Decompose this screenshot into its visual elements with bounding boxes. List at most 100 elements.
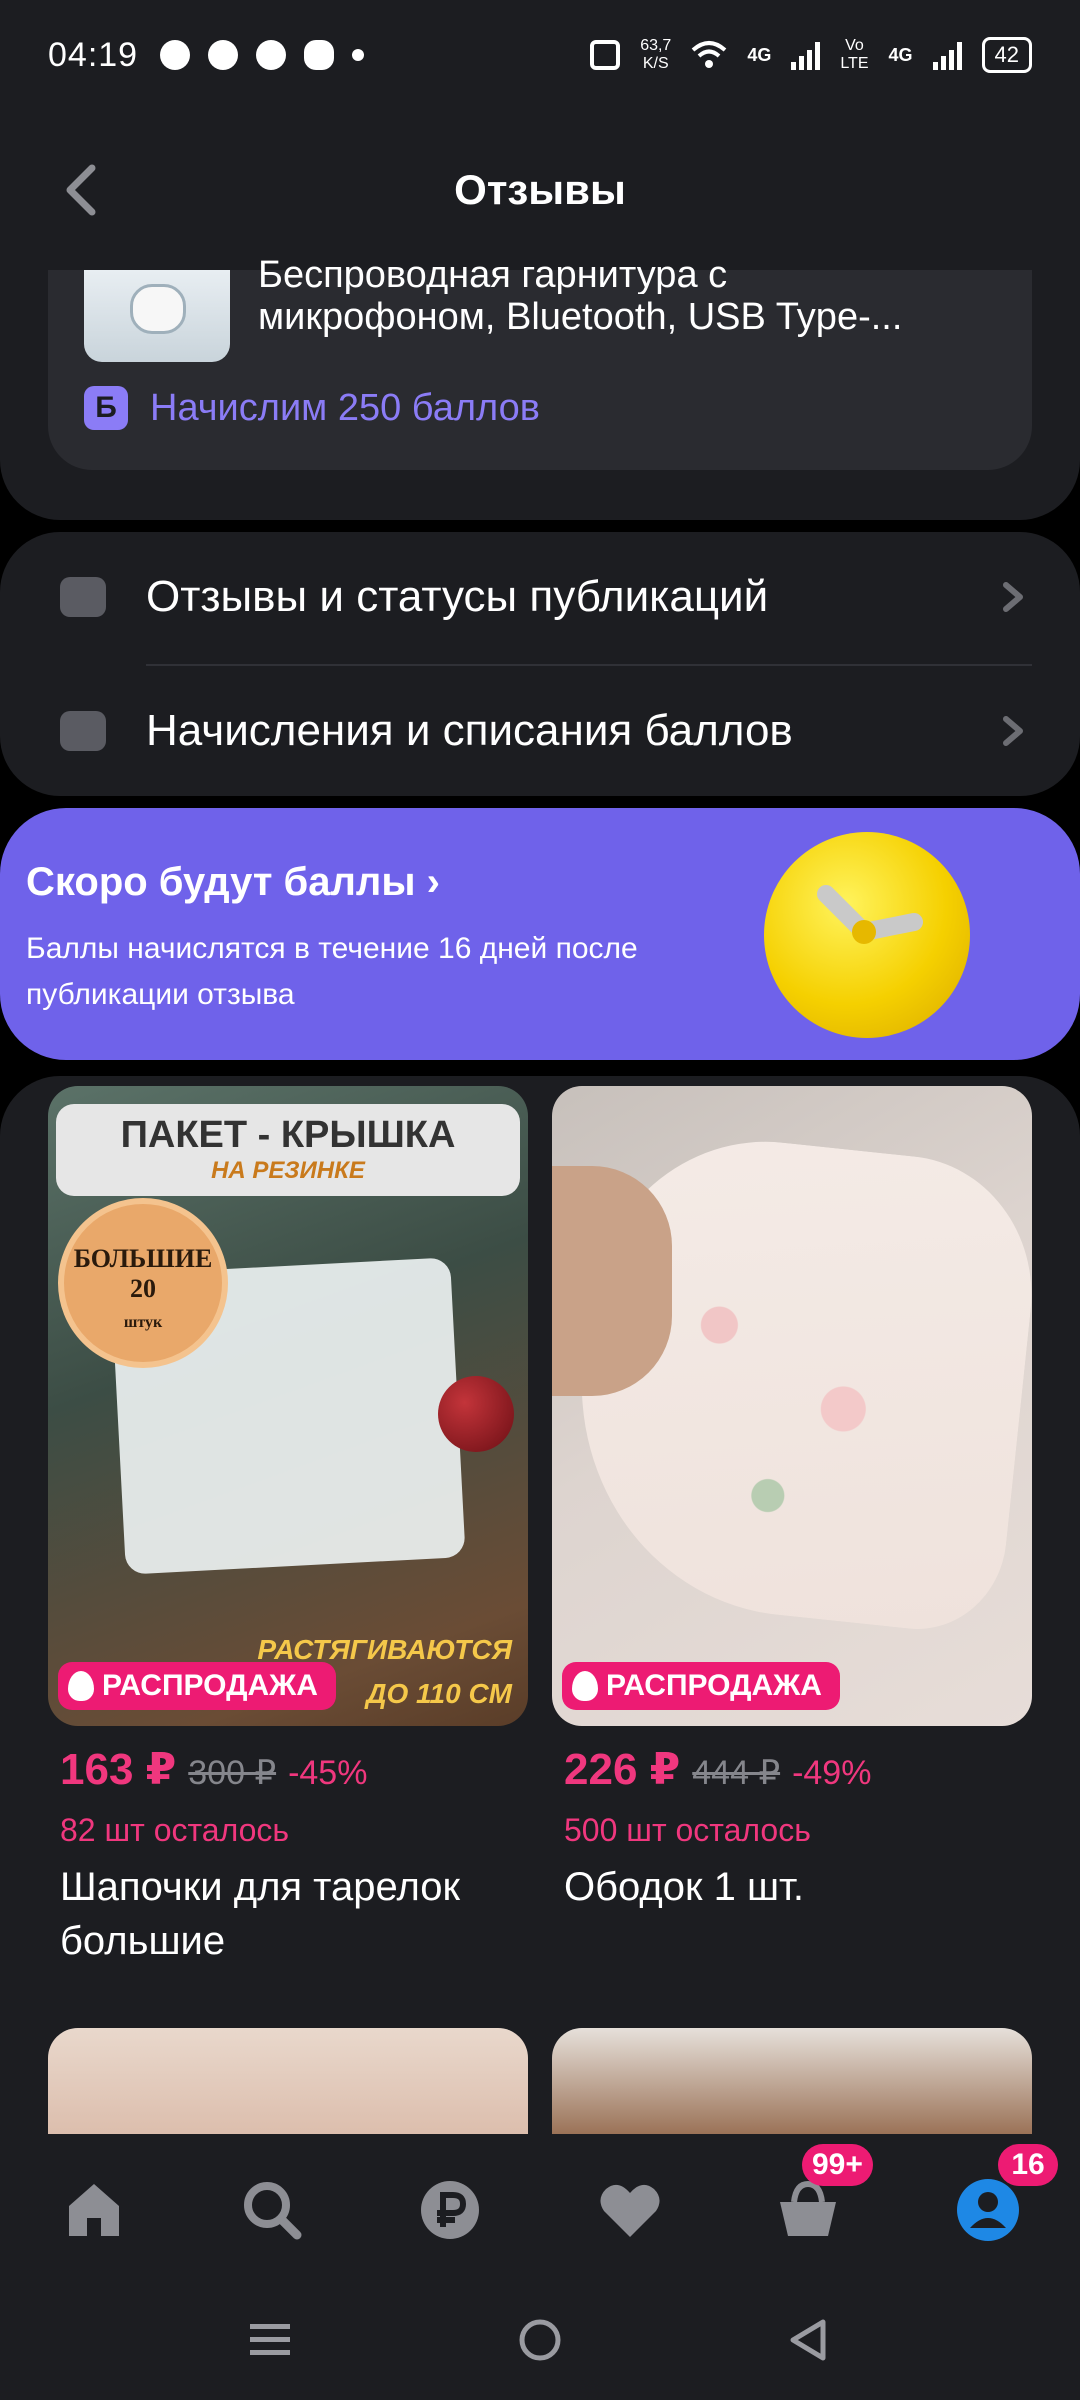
recent-apps-button[interactable] [240, 2310, 300, 2370]
chevron-left-icon [66, 164, 96, 216]
stock-left: 82 шт осталось [60, 1812, 290, 1848]
menu-item-points-history[interactable]: Начисления и списания баллов [0, 666, 1080, 796]
discount: -45% [288, 1754, 368, 1792]
image-banner: ПАКЕТ - КРЫШКА НА РЕЗИНКЕ [56, 1104, 520, 1196]
nav-favorites[interactable] [594, 2174, 666, 2246]
product-card-peek[interactable] [552, 2028, 1032, 2136]
stock-left: 500 шт осталось [564, 1812, 811, 1848]
home-button[interactable] [510, 2310, 570, 2370]
message-icon [256, 40, 287, 70]
menu-item-reviews-status[interactable]: Отзывы и статусы публикаций [0, 532, 1080, 662]
earbuds-image [130, 284, 186, 334]
profile-badge: 16 [998, 2144, 1058, 2186]
product-image: РАСПРОДАЖА [552, 1086, 1032, 1726]
price-row: 226 ₽ 444 ₽ -49% [564, 1744, 871, 1795]
menu-card: Отзывы и статусы публикаций Начисления и… [0, 532, 1080, 796]
network-type-2: 4G [888, 44, 913, 65]
signal-icon-2 [932, 40, 962, 70]
wifi-icon [692, 41, 727, 68]
signal-icon-1 [791, 40, 821, 70]
nav-search[interactable] [236, 2174, 308, 2246]
product-title-line-1: Беспроводная гарнитура с [258, 254, 728, 294]
hand-image [552, 1166, 672, 1396]
page-header: Отзывы [0, 110, 1080, 270]
review-icon [60, 577, 106, 617]
page-title: Отзывы [454, 166, 626, 213]
nav-home[interactable] [58, 2174, 130, 2246]
network-speed-value: 63,7 [640, 37, 672, 54]
fire-icon [68, 1671, 94, 1701]
product-row[interactable]: Беспроводная гарнитура с микрофоном, Blu… [48, 254, 1032, 470]
heart-icon [600, 2184, 660, 2237]
seal-number: 20 [130, 1274, 156, 1303]
profile-icon [957, 2179, 1019, 2241]
product-name: Ободок 1 шт. [564, 1865, 805, 1909]
cart-icon [780, 2180, 836, 2236]
nav-cart[interactable]: 99+ [772, 2144, 873, 2246]
points-promo-banner[interactable]: Скоро будут баллы › Баллы начислятся в т… [0, 808, 1080, 1060]
review-product-card: Беспроводная гарнитура с микрофоном, Blu… [0, 254, 1080, 520]
seal-top: БОЛЬШИЕ [73, 1244, 213, 1273]
nfc-icon [590, 40, 621, 70]
chevron-right-icon: › [426, 860, 440, 904]
status-time: 04:19 [48, 35, 139, 74]
back-button[interactable] [52, 160, 112, 220]
fire-icon [572, 1671, 598, 1701]
battery-indicator: 42 [981, 37, 1032, 73]
network-speed: 63,7 K/S [640, 37, 671, 73]
chevron-right-icon [1003, 582, 1023, 612]
system-back-button[interactable] [778, 2310, 838, 2370]
home-icon [69, 2184, 119, 2236]
ruble-icon [421, 2181, 479, 2239]
old-price: 444 ₽ [692, 1754, 781, 1792]
nav-profile[interactable]: 16 [952, 2144, 1058, 2246]
chat-icon [208, 40, 239, 70]
discount: -49% [792, 1754, 872, 1792]
product-feed: ПАКЕТ - КРЫШКА НА РЕЗИНКЕ БОЛЬШИЕ 20 шту… [0, 1076, 1080, 2136]
bonus-text: Начислим 250 баллов [150, 386, 540, 429]
volte-top: Vo [845, 37, 864, 54]
menu-icon [250, 2324, 290, 2355]
bonus-row: Б Начислим 250 баллов [84, 386, 540, 430]
promo-title: Скоро будут баллы › [26, 860, 440, 905]
price: 226 ₽ [564, 1745, 681, 1794]
image-banner-title: ПАКЕТ - КРЫШКА [120, 1114, 456, 1156]
network-speed-unit: K/S [642, 55, 669, 72]
nav-points[interactable] [414, 2174, 486, 2246]
product-title-line-2: микрофоном, Bluetooth, USB Type-... [258, 296, 903, 338]
old-price: 300 ₽ [188, 1754, 277, 1792]
triangle-back-icon [790, 2319, 826, 2361]
volte-bottom: LTE [840, 55, 869, 72]
network-type-1: 4G [747, 44, 772, 65]
bottom-navigation: 99+ 16 [0, 2134, 1080, 2274]
menu-item-label: Отзывы и статусы публикаций [146, 572, 769, 621]
chevron-right-icon [1003, 716, 1023, 746]
wallet-icon [60, 711, 106, 751]
menu-item-label: Начисления и списания баллов [146, 706, 793, 755]
telegram-icon [160, 40, 191, 70]
product-name: Шапочки для тарелок большие [60, 1865, 460, 1963]
image-caption-2: ДО 110 СМ [366, 1678, 512, 1709]
sale-badge: РАСПРОДАЖА [58, 1662, 336, 1710]
price-row: 163 ₽ 300 ₽ -45% [60, 1744, 367, 1795]
promo-title-text: Скоро будут баллы [26, 860, 416, 904]
system-navigation-bar [0, 2274, 1080, 2400]
product-thumbnail [84, 270, 230, 362]
product-image: ПАКЕТ - КРЫШКА НА РЕЗИНКЕ БОЛЬШИЕ 20 шту… [48, 1086, 528, 1726]
promo-subtitle: Баллы начислятся в течение 16 дней после… [26, 932, 638, 1011]
status-bar: 04:19 63,7 K/S 4G Vo LTE 4G 42 [0, 0, 1080, 110]
bonus-points-icon: Б [84, 386, 128, 430]
sale-label: РАСПРОДАЖА [606, 1669, 822, 1702]
image-seal: БОЛЬШИЕ 20 штук [58, 1198, 228, 1368]
price: 163 ₽ [60, 1745, 177, 1794]
seal-unit: штук [123, 1314, 163, 1331]
product-card-peek[interactable] [48, 2028, 528, 2136]
volte-label: Vo LTE [840, 37, 868, 73]
circle-icon [519, 2319, 561, 2361]
sale-badge: РАСПРОДАЖА [562, 1662, 840, 1710]
cloud-icon [304, 40, 335, 70]
sale-label: РАСПРОДАЖА [102, 1669, 318, 1702]
search-icon [244, 2182, 302, 2240]
apple-image [438, 1376, 514, 1452]
notification-icons [160, 40, 365, 70]
